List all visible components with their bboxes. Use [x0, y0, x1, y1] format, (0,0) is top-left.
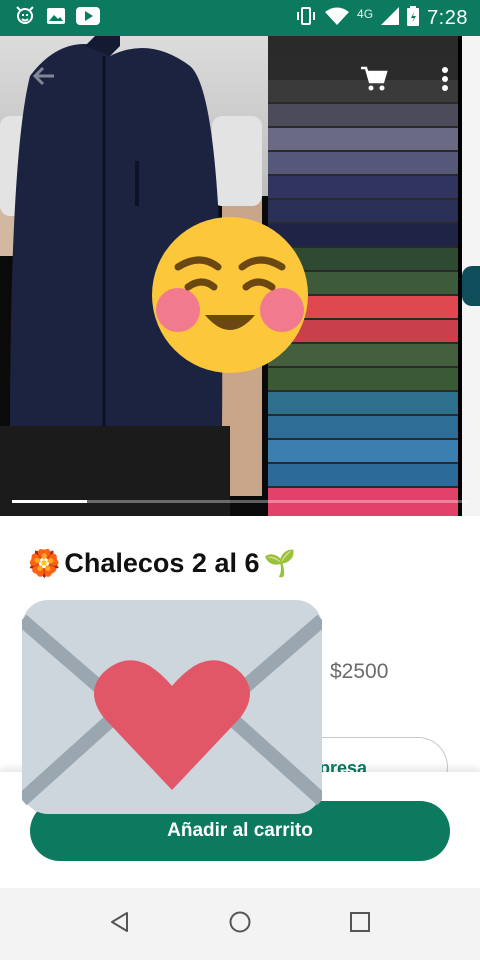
flower-emoji: 🏵️: [28, 548, 61, 578]
youtube-icon: [76, 6, 100, 30]
battery-icon: [407, 5, 420, 31]
love-letter-emoji: [22, 600, 322, 814]
cart-icon[interactable]: [360, 66, 388, 97]
system-nav-bar: [0, 888, 480, 960]
status-bar-right: 4G 7:28: [295, 5, 480, 31]
next-image-object: [462, 266, 480, 306]
wifi-icon: [325, 7, 350, 30]
recents-square-icon[interactable]: [349, 911, 371, 938]
back-triangle-icon[interactable]: [109, 911, 131, 938]
carousel-indicator-thumb: [12, 500, 87, 503]
image-icon: [46, 6, 66, 31]
carousel-indicator: [12, 500, 468, 503]
signal-icon: [381, 6, 400, 30]
status-bar: 4G 7:28: [0, 0, 480, 36]
home-circle-icon[interactable]: [228, 910, 252, 939]
product-price: $2500: [330, 660, 389, 683]
vibrate-icon: [295, 6, 317, 31]
product-title-text: Chalecos 2 al 6: [64, 548, 260, 578]
status-time: 7:28: [427, 6, 468, 29]
more-vert-icon[interactable]: [440, 66, 450, 97]
next-image-peek[interactable]: [462, 36, 480, 516]
mascot-icon: [14, 5, 36, 32]
network-type-label: 4G: [357, 7, 374, 21]
blushing-face-emoji: [152, 217, 308, 373]
status-bar-left: [0, 5, 100, 32]
seedling-emoji: 🌱: [263, 548, 296, 578]
back-arrow-icon[interactable]: [30, 62, 58, 95]
product-title: 🏵️ Chalecos 2 al 6 🌱: [28, 548, 296, 579]
